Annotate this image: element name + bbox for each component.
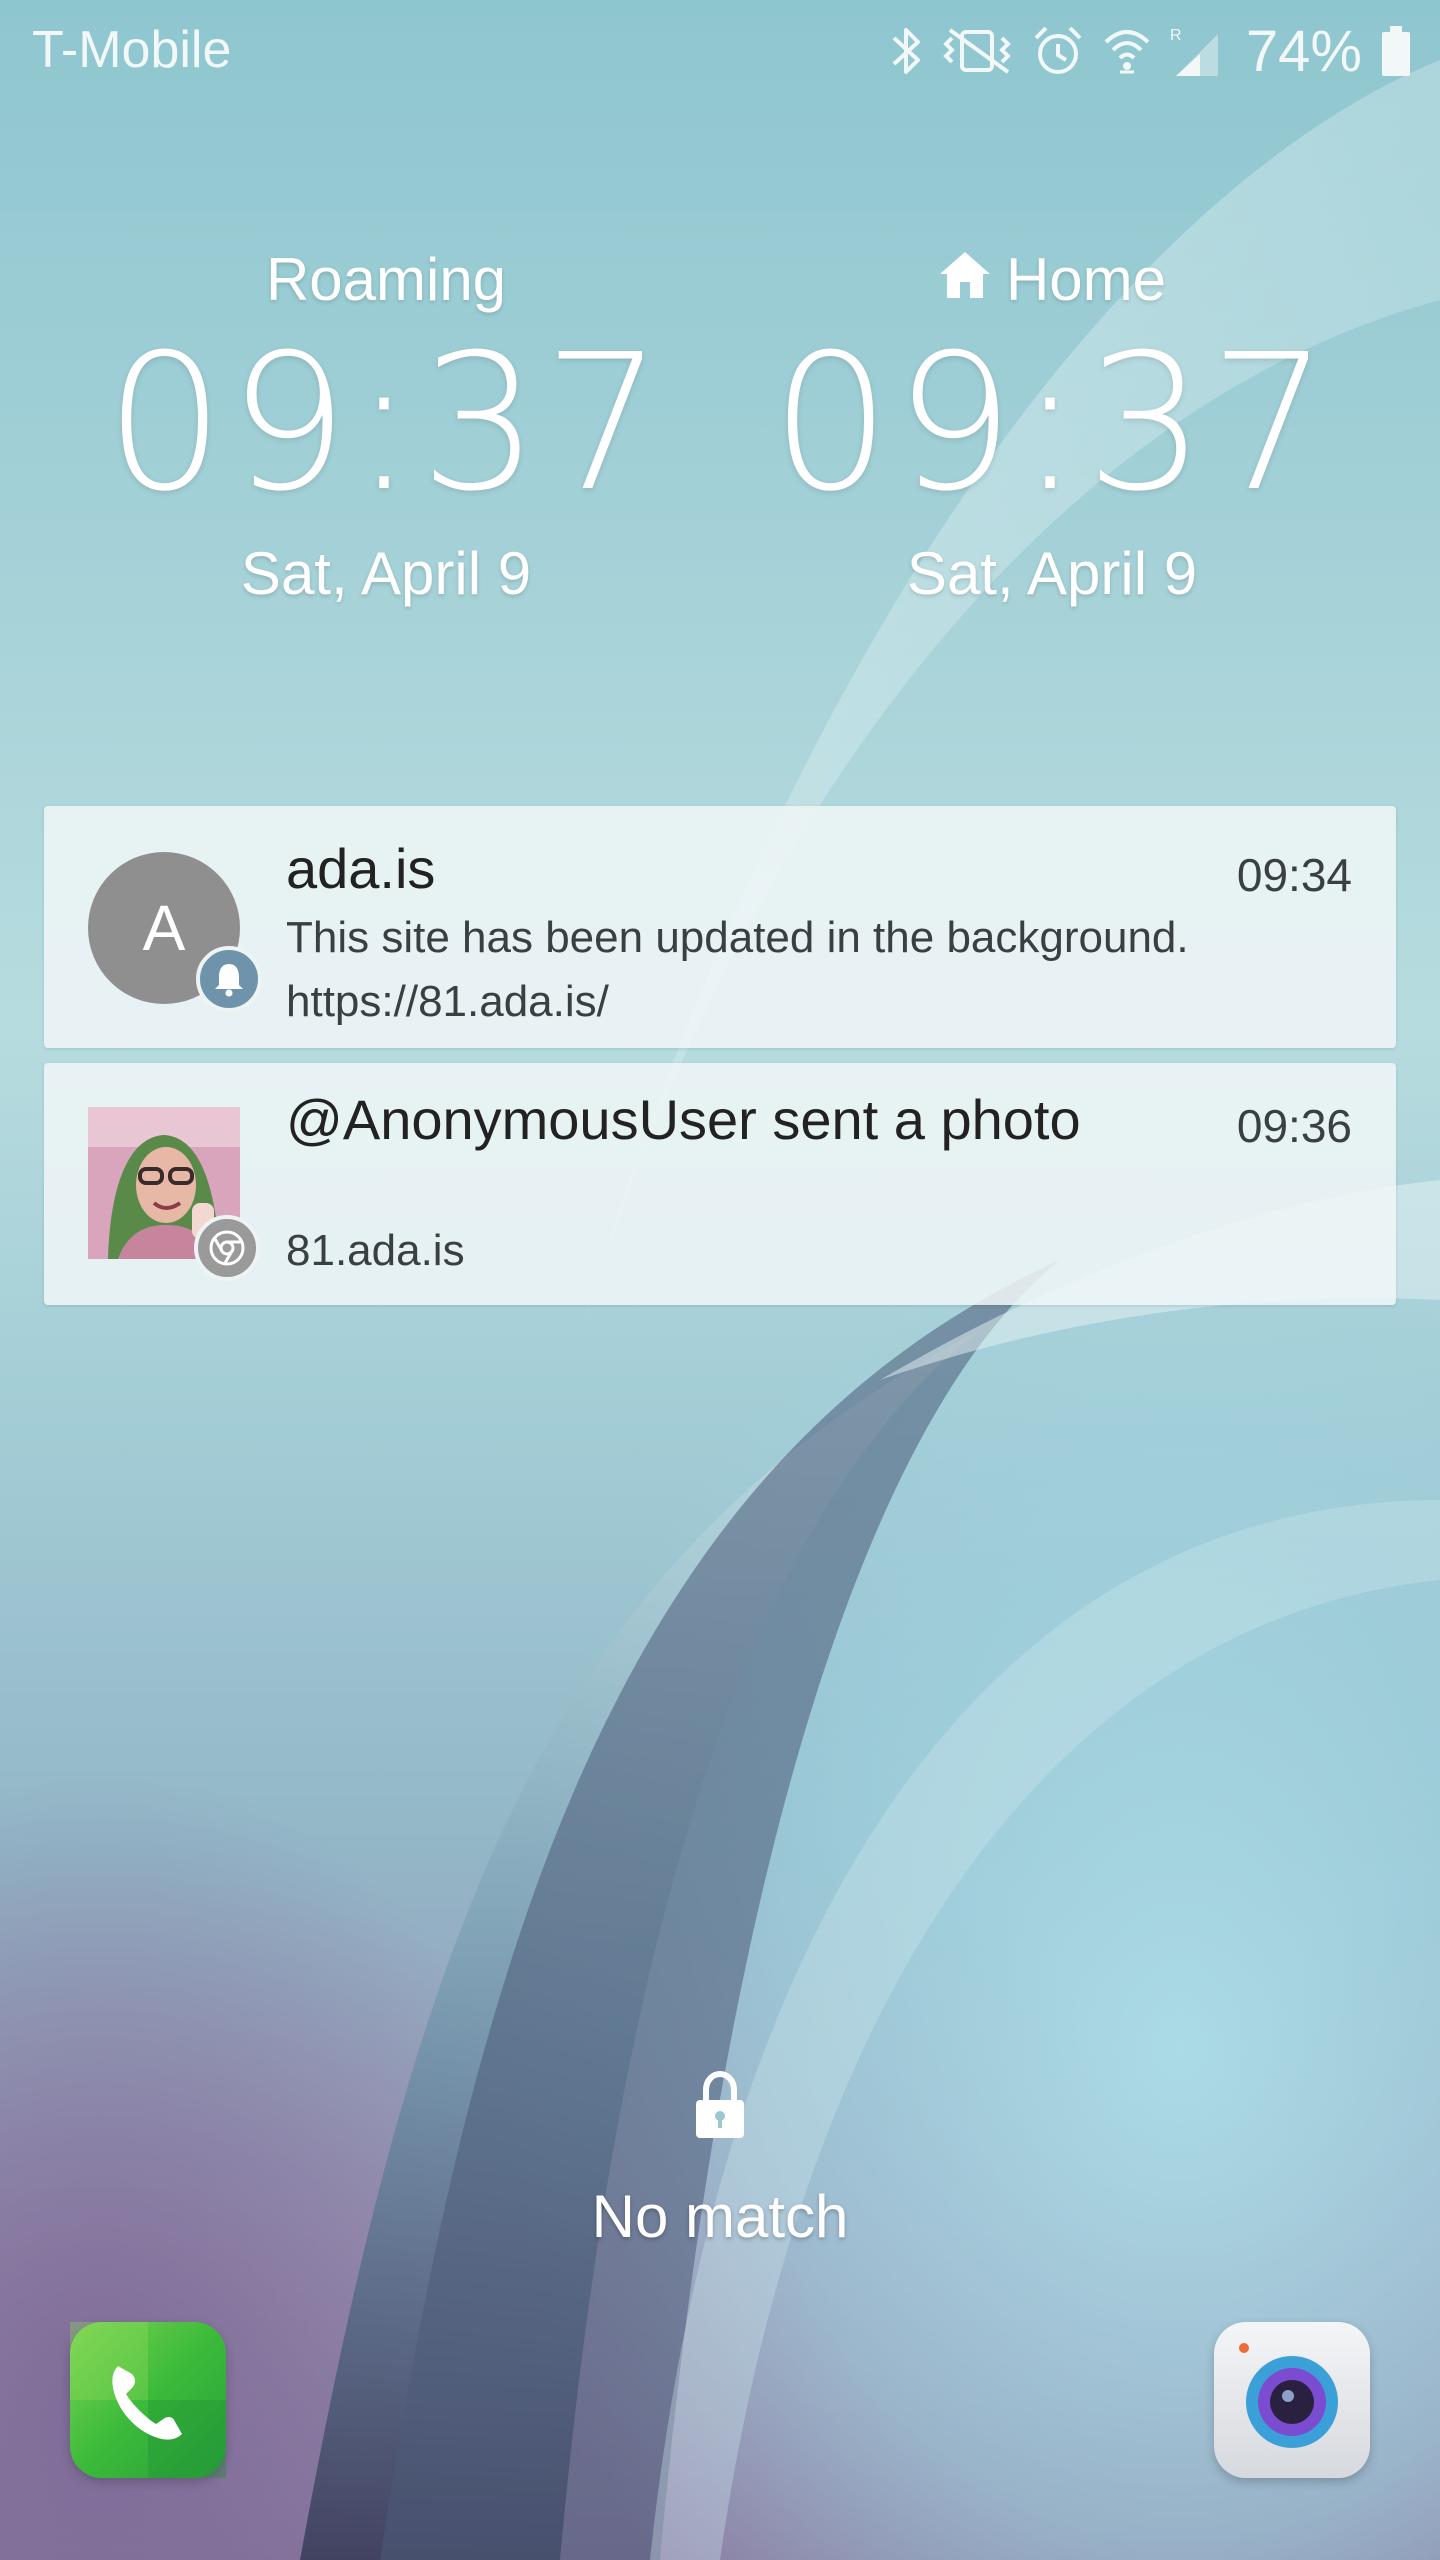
phone-shortcut[interactable] (70, 2322, 226, 2478)
clock-label: Roaming (86, 240, 686, 320)
notification-photo[interactable]: @AnonymousUser sent a photo 09:36 81.ada… (44, 1063, 1396, 1305)
notification-time: 09:36 (1236, 1100, 1352, 1152)
avatar-letter: A (142, 892, 186, 964)
wifi-icon (1102, 24, 1152, 78)
notification-body: This site has been updated in the backgr… (286, 913, 1189, 962)
lock-icon (0, 2070, 1440, 2140)
roaming-label: Roaming (265, 246, 507, 313)
battery-percent: 74% (1245, 18, 1362, 84)
notification-title: ada.is (286, 837, 436, 900)
notification-url: https://81.ada.is/ (286, 977, 609, 1026)
svg-text:R: R (1170, 27, 1182, 44)
notification-title: @AnonymousUser sent a photo (286, 1088, 1081, 1151)
home-icon (938, 240, 992, 320)
camera-icon (1214, 2343, 1370, 2482)
bell-icon (196, 946, 262, 1012)
status-bar: T-Mobile R 74% (0, 0, 1440, 100)
roaming-clock: Roaming 09:37 Sat, April 9 (86, 240, 686, 614)
notification-text: This site has been updated in the backgr… (286, 906, 1189, 1034)
status-icons: R 74% (888, 16, 1412, 86)
notification-ada-is[interactable]: A ada.is 09:34 This site has been update… (44, 806, 1396, 1048)
notification-source: 81.ada.is (286, 1226, 465, 1275)
bluetooth-icon (888, 24, 924, 78)
roaming-signal-icon: R (1170, 24, 1222, 78)
alarm-icon (1032, 24, 1084, 78)
home-time: 09:37 (771, 314, 1333, 533)
vibrate-icon (942, 24, 1014, 78)
battery-icon (1380, 24, 1412, 78)
roaming-date: Sat, April 9 (240, 540, 532, 607)
phone-icon (70, 2322, 226, 2482)
carrier-name: T-Mobile (32, 21, 232, 79)
lock-area[interactable]: No match (0, 2070, 1440, 2251)
home-clock: Home 09:37 Sat, April 9 (752, 240, 1352, 614)
home-date: Sat, April 9 (906, 540, 1198, 607)
notification-time: 09:34 (1236, 849, 1352, 901)
chrome-icon (194, 1215, 260, 1281)
camera-shortcut[interactable] (1214, 2322, 1370, 2478)
roaming-time: 09:37 (105, 314, 667, 533)
home-label: Home (1005, 246, 1167, 313)
clock-label: Home (752, 240, 1352, 320)
lock-status-text: No match (591, 2183, 849, 2250)
